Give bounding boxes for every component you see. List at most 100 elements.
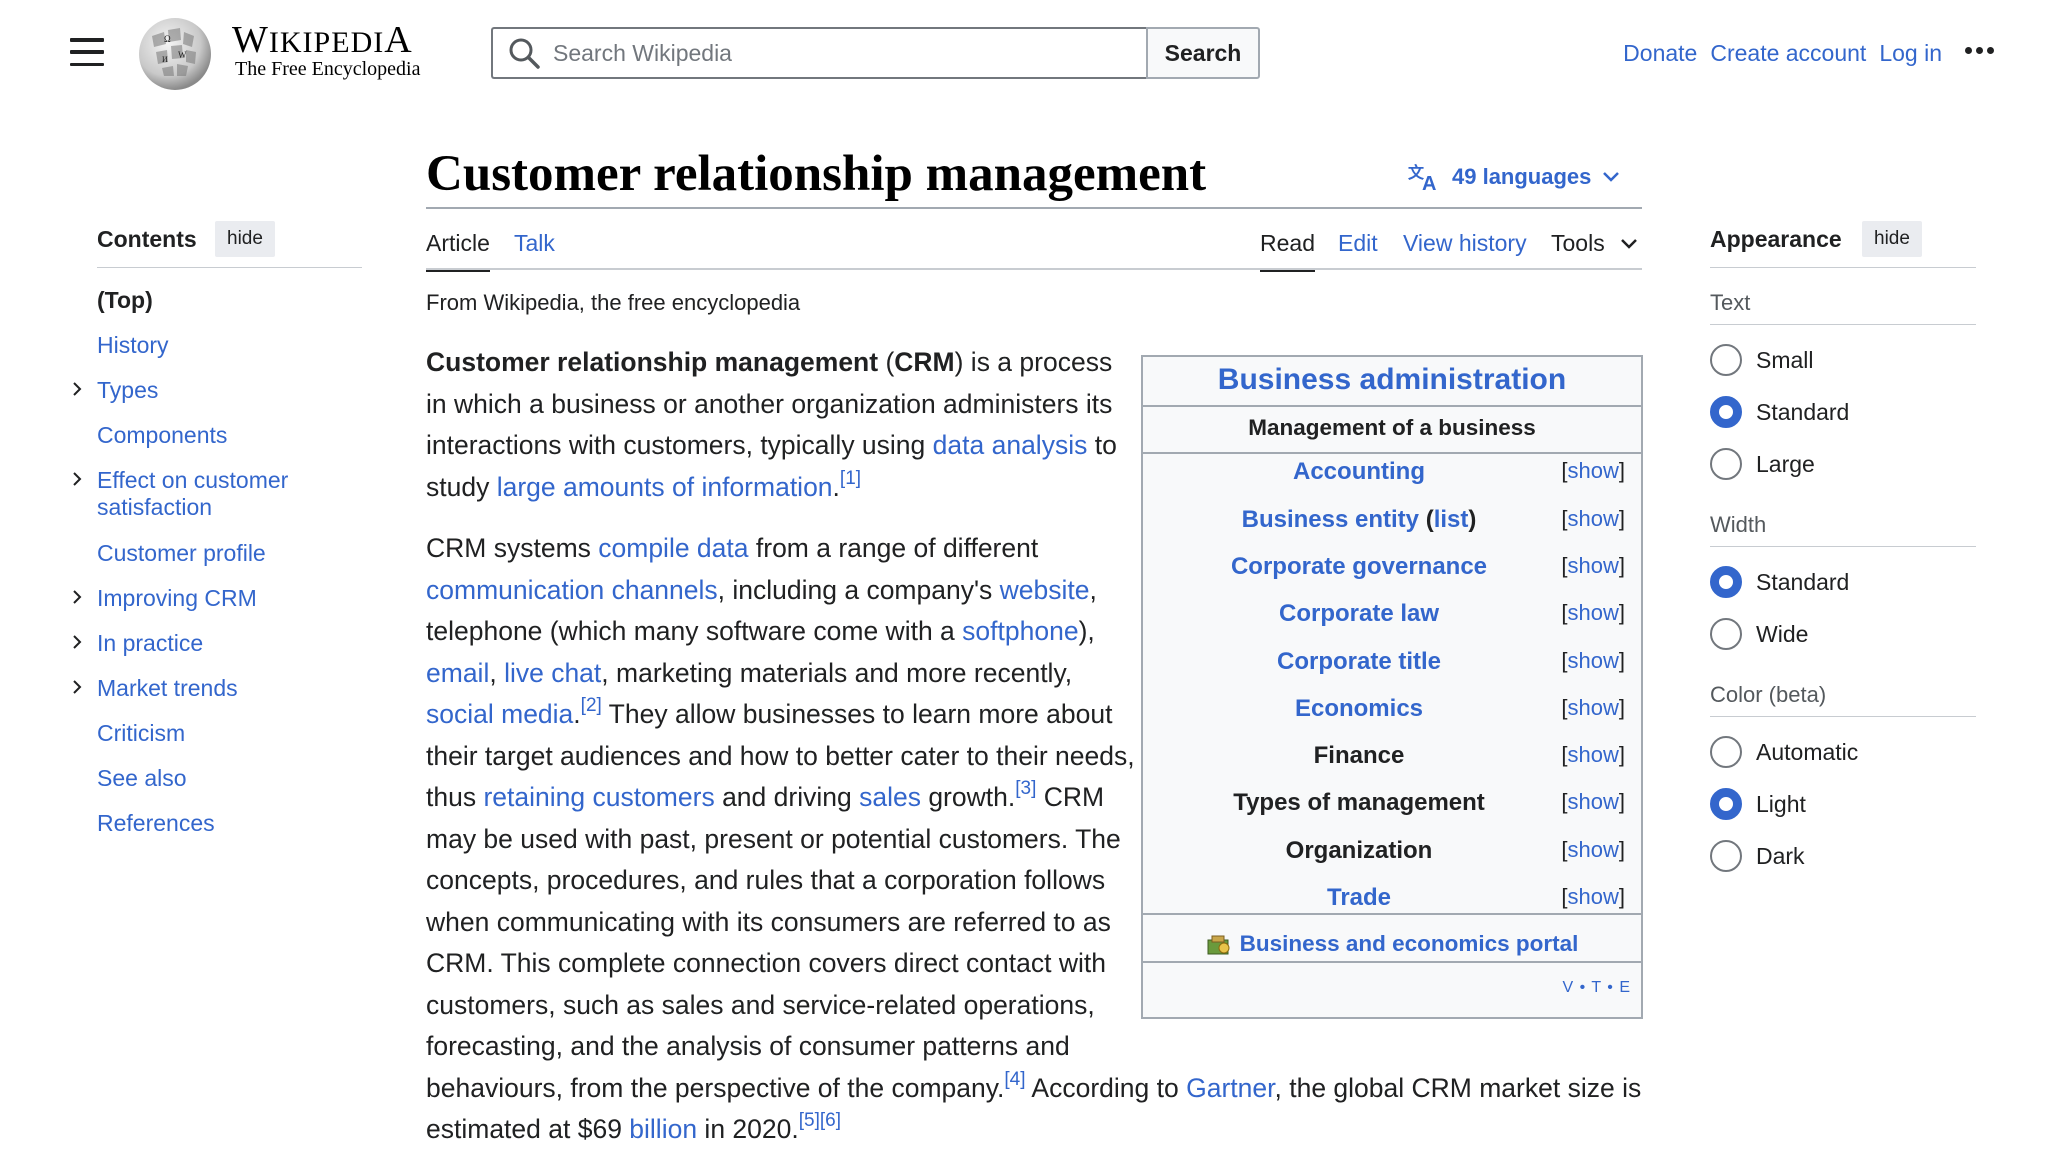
article-link[interactable]: softphone <box>962 616 1078 646</box>
citation-link[interactable]: [4] <box>1004 1069 1025 1090</box>
toc-item[interactable]: Customer profile <box>97 540 266 567</box>
chevron-right-icon[interactable] <box>70 472 84 486</box>
vte-links[interactable]: V • T • E <box>1562 979 1631 997</box>
infobox-show-toggle[interactable]: [show] <box>1561 837 1625 863</box>
text-option-large[interactable]: Large <box>1710 448 1815 480</box>
tools-menu[interactable]: Tools <box>1551 230 1639 257</box>
chevron-down-icon <box>1603 172 1620 182</box>
toc-item[interactable]: Types <box>97 377 158 404</box>
chevron-right-icon[interactable] <box>70 680 84 694</box>
text-span: behaviours, from the perspective of the … <box>426 1072 1005 1103</box>
article-link[interactable]: Gartner <box>1186 1073 1274 1103</box>
create-account-link[interactable]: Create account <box>1710 40 1866 67</box>
infobox-show-toggle[interactable]: [show] <box>1561 648 1625 674</box>
toc-item[interactable]: Criticism <box>97 720 185 747</box>
toc-item[interactable]: Effect on customer satisfaction <box>97 467 288 521</box>
infobox-row-title[interactable]: Corporate governance <box>1143 553 1575 581</box>
article-link[interactable]: live chat <box>504 658 601 688</box>
infobox-show-toggle[interactable]: [show] <box>1561 553 1625 579</box>
infobox-row-title[interactable]: Corporate title <box>1143 648 1575 676</box>
citation-link[interactable]: [1] <box>840 468 861 489</box>
text-span: in 2020. <box>697 1114 799 1144</box>
infobox-show-toggle[interactable]: [show] <box>1561 506 1625 532</box>
citation-link[interactable]: [5][6] <box>799 1110 841 1131</box>
article-link[interactable]: billion <box>629 1114 697 1144</box>
text-span: CRM <box>1036 782 1105 812</box>
chevron-right-icon[interactable] <box>70 590 84 604</box>
tab-read[interactable]: Read <box>1260 230 1315 272</box>
infobox-row-title[interactable]: Business entity (list) <box>1143 506 1575 534</box>
infobox-row-title[interactable]: Corporate law <box>1143 600 1575 628</box>
infobox-row-title[interactable]: Economics <box>1143 695 1575 723</box>
more-options-icon[interactable] <box>1965 47 1994 54</box>
article-link[interactable]: email <box>426 658 489 688</box>
article-link[interactable]: communication channels <box>426 575 718 605</box>
infobox-row-title[interactable]: Accounting <box>1143 458 1575 486</box>
wikipedia-wordmark[interactable]: WIKIPEDIA <box>232 18 413 62</box>
infobox-show-toggle[interactable]: [show] <box>1561 600 1625 626</box>
user-links: Donate Create account Log in <box>1623 40 1942 67</box>
search-button[interactable]: Search <box>1146 27 1260 79</box>
tab-edit[interactable]: Edit <box>1338 230 1378 257</box>
color-option-automatic[interactable]: Automatic <box>1710 736 1858 768</box>
tab-talk[interactable]: Talk <box>514 230 555 257</box>
toc-item[interactable]: Market trends <box>97 675 238 702</box>
infobox-show-toggle[interactable]: [show] <box>1561 742 1625 768</box>
infobox-row-title[interactable]: Trade <box>1143 884 1575 912</box>
toc-item[interactable]: In practice <box>97 630 203 657</box>
radio-button[interactable] <box>1710 448 1742 480</box>
chevron-right-icon[interactable] <box>70 382 84 396</box>
tab-view-history[interactable]: View history <box>1403 230 1527 257</box>
appearance-hide-button[interactable]: hide <box>1862 221 1922 257</box>
infobox-show-toggle[interactable]: [show] <box>1561 458 1625 484</box>
toc-item[interactable]: (Top) <box>97 287 153 314</box>
tab-article[interactable]: Article <box>426 230 490 272</box>
radio-button[interactable] <box>1710 344 1742 376</box>
infobox-show-toggle[interactable]: [show] <box>1561 695 1625 721</box>
width-option-wide[interactable]: Wide <box>1710 618 1808 650</box>
article-link[interactable]: compile data <box>598 533 748 563</box>
citation-link[interactable]: [2] <box>581 695 602 716</box>
search-input[interactable]: Search Wikipedia <box>491 27 1148 79</box>
text-option-standard[interactable]: Standard <box>1710 396 1849 428</box>
bold-text: Customer relationship management <box>426 347 879 377</box>
languages-button[interactable]: 文 A 49 languages <box>1408 162 1621 192</box>
hamburger-line <box>70 62 104 66</box>
donate-link[interactable]: Donate <box>1623 40 1697 67</box>
portal-link[interactable]: Business and economics portal <box>1143 931 1641 957</box>
radio-button[interactable] <box>1710 788 1742 820</box>
toc-hide-button[interactable]: hide <box>215 221 275 257</box>
article-link[interactable]: retaining customers <box>483 782 714 812</box>
search-icon <box>509 38 540 69</box>
color-option-light[interactable]: Light <box>1710 788 1806 820</box>
tabs-divider <box>426 268 1642 270</box>
infobox-show-toggle[interactable]: [show] <box>1561 884 1625 910</box>
article-link[interactable]: website <box>1000 575 1090 605</box>
toc-item[interactable]: Improving CRM <box>97 585 257 612</box>
radio-button[interactable] <box>1710 566 1742 598</box>
wikipedia-globe-logo[interactable]: Ω W И <box>134 14 216 92</box>
radio-label: Wide <box>1756 620 1809 647</box>
infobox-show-toggle[interactable]: [show] <box>1561 789 1625 815</box>
infobox-title[interactable]: Business administration <box>1143 363 1641 397</box>
toc-item[interactable]: Components <box>97 422 227 449</box>
width-option-standard[interactable]: Standard <box>1710 566 1849 598</box>
radio-button[interactable] <box>1710 618 1742 650</box>
toc-item[interactable]: References <box>97 810 215 837</box>
toc-item[interactable]: See also <box>97 765 187 792</box>
citation-link[interactable]: [3] <box>1015 778 1036 799</box>
article-link[interactable]: large amounts of information <box>497 472 833 502</box>
color-option-dark[interactable]: Dark <box>1710 840 1805 872</box>
radio-button[interactable] <box>1710 396 1742 428</box>
article-link[interactable]: sales <box>859 782 921 812</box>
log-in-link[interactable]: Log in <box>1879 40 1942 67</box>
chevron-right-icon[interactable] <box>70 635 84 649</box>
text-span: customers, such as sales and service-rel… <box>426 989 1095 1020</box>
radio-button[interactable] <box>1710 736 1742 768</box>
article-link[interactable]: data analysis <box>933 430 1088 460</box>
text-option-small[interactable]: Small <box>1710 344 1814 376</box>
article-link[interactable]: social media <box>426 699 573 729</box>
main-menu-button[interactable] <box>70 38 104 66</box>
toc-item[interactable]: History <box>97 332 169 359</box>
radio-button[interactable] <box>1710 840 1742 872</box>
